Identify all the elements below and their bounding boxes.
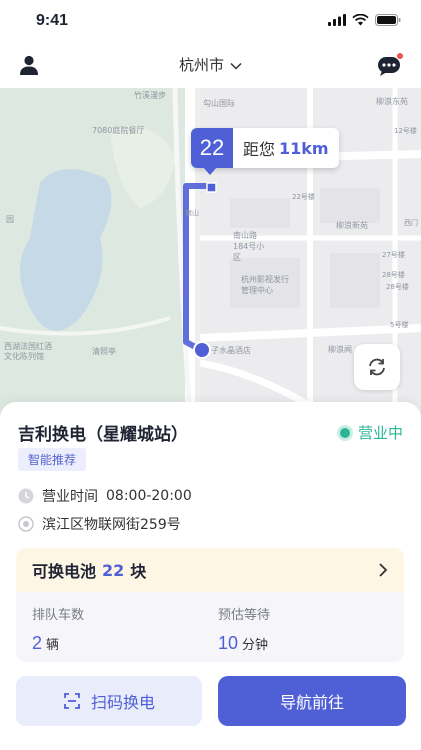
message-icon[interactable] xyxy=(375,50,405,80)
battery-unit: 块 xyxy=(130,562,147,581)
clock-icon xyxy=(18,488,34,504)
map-label: 西湖法国红酒文化陈列馆 xyxy=(4,342,52,361)
battery-label: 可换电池 xyxy=(32,562,97,581)
scan-icon xyxy=(64,693,80,709)
refresh-location-button[interactable] xyxy=(354,344,400,390)
station-name: 吉利换电（星耀城站） xyxy=(18,425,188,445)
map-label: 竹溪漫步 xyxy=(134,91,166,100)
route-number-badge: 22 xyxy=(191,128,233,168)
battery-info-card: 可换电池 22 块 排队车数 2辆 预估等待 10 分钟 xyxy=(16,548,404,662)
status-time: 9:41 xyxy=(36,12,69,29)
queue-label: 排队车数 xyxy=(32,608,85,623)
map-label: 清照亭 xyxy=(92,347,116,356)
queue-value-row: 2辆 xyxy=(32,633,84,654)
battery-availability-row[interactable]: 可换电池 22 块 xyxy=(16,548,404,592)
chevron-right-icon xyxy=(379,563,388,577)
map-label: 27号楼 xyxy=(382,251,405,259)
location-pin-icon xyxy=(18,516,34,532)
station-status-label: 营业中 xyxy=(357,424,403,442)
wifi-icon xyxy=(352,14,369,26)
queue-stat: 排队车数 2辆 xyxy=(32,604,84,654)
map-label: 杭州影视发行管理中心 xyxy=(241,275,289,295)
map-label: 柳浪新苑 xyxy=(336,221,368,230)
refresh-icon xyxy=(369,358,385,376)
map-label: 28号楼 xyxy=(386,283,409,291)
distance-text: 距您 11km xyxy=(233,128,339,168)
station-detail-sheet: 吉利换电（星耀城站） 营业中 智能推荐 营业时间 08:00-20:00 滨江区… xyxy=(0,402,421,750)
map-label: 南山 xyxy=(185,209,199,217)
queue-unit: 辆 xyxy=(46,638,60,653)
queue-value: 2 xyxy=(32,633,43,653)
map-label: 7080庭院餐厅 xyxy=(92,126,145,135)
status-icons xyxy=(328,14,401,26)
wait-value: 10 xyxy=(218,633,239,653)
business-hours-row: 营业时间 08:00-20:00 xyxy=(18,486,192,506)
callout-pointer xyxy=(203,167,217,175)
map-label: 南山路184号小区 xyxy=(233,231,265,262)
status-bar: 9:41 xyxy=(0,0,421,44)
distance-callout[interactable]: 22 距您 11km xyxy=(191,128,339,175)
scan-swap-button[interactable]: 扫码换电 xyxy=(16,676,202,726)
map-label: 园 xyxy=(6,215,14,224)
battery-icon xyxy=(375,14,401,26)
map-label: 西门 xyxy=(404,219,418,227)
navigate-label: 导航前往 xyxy=(279,693,344,712)
wait-unit: 分钟 xyxy=(242,638,269,653)
map-label: 12号楼 xyxy=(394,127,417,135)
map-label: 子水晶酒店 xyxy=(211,346,251,355)
city-label: 杭州市 xyxy=(178,56,224,74)
status-dot-icon xyxy=(339,427,350,438)
city-selector[interactable]: 杭州市 xyxy=(0,54,421,75)
map-label: 22号楼 xyxy=(292,193,315,201)
map-label: 勾山国际 xyxy=(203,99,235,108)
signal-icon xyxy=(328,14,346,26)
address-text: 滨江区物联网街259号 xyxy=(42,517,181,533)
map-label: 5号楼 xyxy=(390,321,409,329)
wait-label: 预估等待 xyxy=(218,608,271,623)
navigate-button[interactable]: 导航前往 xyxy=(218,676,406,726)
hours-label: 营业时间 xyxy=(42,489,98,505)
map-label: 柳浪闻 xyxy=(328,345,352,354)
chevron-down-icon xyxy=(230,62,242,70)
top-bar: 杭州市 xyxy=(0,44,421,88)
scan-swap-label: 扫码换电 xyxy=(90,693,155,712)
map-label: 28号楼 xyxy=(382,271,405,279)
wait-stat: 预估等待 10 分钟 xyxy=(218,604,270,654)
wait-value-row: 10 分钟 xyxy=(218,633,270,654)
station-status: 营业中 xyxy=(339,422,403,443)
hours-value: 08:00-20:00 xyxy=(106,488,192,504)
recommend-tag: 智能推荐 xyxy=(18,448,87,471)
distance-label: 距您 xyxy=(243,140,276,159)
distance-value: 11km xyxy=(279,138,329,158)
address-row: 滨江区物联网街259号 xyxy=(18,514,181,534)
battery-count: 22 xyxy=(102,560,125,580)
map-label: 柳浪东苑 xyxy=(376,97,408,106)
